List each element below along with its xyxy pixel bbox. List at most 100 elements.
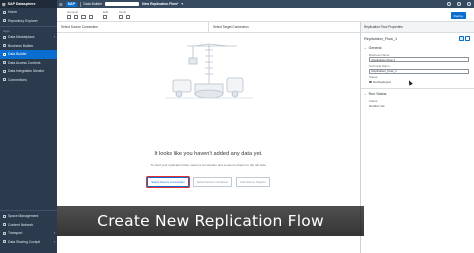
nav-item-label: Space Management	[8, 214, 39, 219]
nav-divider	[0, 26, 57, 27]
breadcrumb[interactable]: Data Builder	[83, 2, 102, 6]
status-dot-icon	[369, 80, 372, 84]
nav-bottom-group: Space Management Content Network Transpo…	[0, 209, 57, 246]
tools-icon[interactable]	[119, 15, 124, 20]
video-caption: Create New Replication Flow	[57, 206, 364, 236]
properties-subheader: Replication_Flow_1	[361, 33, 474, 44]
nav-divider	[0, 210, 57, 211]
briefcase-icon	[3, 44, 6, 48]
deploy-button[interactable]: Deploy	[450, 12, 466, 19]
properties-panel: Replication Flow Properties Replication_…	[360, 22, 474, 253]
nav-item-label: Data Builder	[8, 52, 27, 57]
builder-icon	[3, 52, 6, 56]
toolbar-group-edit: Edit	[103, 10, 108, 20]
nav-item-data-builder[interactable]: Data Builder	[0, 50, 57, 59]
menu-icon[interactable]: ☰	[2, 2, 6, 7]
shell-bar: ☰ SAP Data Builder New Replication Flow*…	[57, 0, 474, 8]
flow-name: Replication_Flow_1	[364, 36, 398, 41]
target-connection-header[interactable]: Select Target Connection	[208, 22, 360, 32]
chevron-down-icon[interactable]: ▾	[181, 2, 183, 6]
run-status-section-toggle[interactable]: ⌄ Run Status	[361, 90, 474, 97]
nav-item-label: Business Builder	[8, 43, 34, 48]
status-label: Status:	[369, 75, 378, 80]
sap-logo: SAP	[65, 1, 77, 7]
empty-state-subtitle: To start your replication flow, select a…	[150, 163, 267, 167]
nav-item-label: Transport	[8, 231, 23, 236]
nav-item-repository-explorer[interactable]: Repository Explorer	[0, 17, 57, 26]
nav-item-label: Data Sharing Cockpit	[8, 239, 41, 244]
status-value: Not Deployed	[373, 79, 391, 84]
folder-icon	[3, 19, 6, 23]
run-status-label: Status:	[369, 98, 378, 103]
product-header: ☰ SAP Datasphere	[0, 0, 57, 8]
sharing-icon	[3, 240, 6, 244]
notification-icon[interactable]	[447, 2, 451, 6]
nav-item-label: Home	[8, 10, 18, 15]
general-section-title: General	[368, 45, 382, 50]
properties-header: Replication Flow Properties	[361, 22, 474, 33]
nav-item-space-management[interactable]: Space Management	[0, 212, 57, 221]
chevron-right-icon: ›	[53, 35, 55, 40]
nav-item-label: Repository Explorer	[8, 18, 38, 23]
nav-item-label: Data Marketplace	[8, 35, 35, 40]
hamburger-icon[interactable]: ☰	[59, 2, 63, 7]
nav-item-content-network[interactable]: Content Network	[0, 221, 57, 230]
nav-item-label: Content Network	[8, 222, 34, 227]
nav-item-data-sharing-cockpit[interactable]: Data Sharing Cockpit ›	[0, 238, 57, 247]
nav-item-home[interactable]: Home	[0, 8, 57, 17]
toolbar-group-tools: Tools	[119, 9, 131, 20]
nav-item-data-integration-monitor[interactable]: Data Integration Monitor	[0, 67, 57, 76]
user-avatar-icon[interactable]	[467, 2, 471, 6]
crane-illustration	[165, 43, 253, 99]
edit-icon[interactable]	[103, 15, 108, 20]
select-source-container-button[interactable]: Select Source Container	[192, 177, 233, 187]
home-icon	[3, 10, 6, 14]
nav-item-label: Data Access Controls	[8, 60, 41, 65]
connection-icon	[3, 78, 6, 82]
nav-item-data-access-controls[interactable]: Data Access Controls	[0, 59, 57, 68]
empty-state-illustration	[165, 43, 253, 99]
chevron-right-icon: ›	[53, 239, 55, 244]
select-source-connection-button[interactable]: Select Source Connection	[145, 175, 191, 189]
shell-divider	[79, 1, 81, 7]
nav-item-connections[interactable]: Connections	[0, 76, 57, 85]
transport-icon	[3, 231, 6, 235]
save-icon[interactable]	[67, 15, 72, 20]
technical-name-field[interactable]: Replication_Flow_1	[369, 68, 469, 74]
monitor-icon	[3, 69, 6, 73]
toolbar-group-general: General	[67, 10, 93, 20]
product-name: SAP Datasphere	[7, 2, 36, 6]
network-icon	[3, 223, 6, 227]
business-name-field[interactable]: Replication Flow 1	[369, 57, 469, 63]
run-status-section-title: Run Status	[368, 91, 387, 96]
nav-item-label: Connections	[8, 77, 27, 82]
settings-icon[interactable]	[126, 15, 131, 20]
deploy-icon[interactable]	[74, 15, 79, 20]
market-icon	[3, 35, 6, 39]
business-name-label: Business Name:	[369, 52, 391, 57]
canvas-header: Select Source Connection Select Target C…	[57, 22, 360, 33]
toolbar-group-label: Edit	[103, 9, 109, 14]
nav-item-label: Data Integration Monitor	[8, 69, 45, 74]
search-input[interactable]	[105, 1, 140, 7]
section-divider	[361, 87, 474, 89]
left-navigation: ☰ SAP Datasphere Home Repository Explore…	[0, 0, 57, 253]
properties-view-icon[interactable]	[458, 35, 464, 41]
space-icon	[3, 214, 6, 218]
nav-item-data-marketplace[interactable]: Data Marketplace ›	[0, 33, 57, 42]
lock-icon	[3, 61, 6, 65]
nav-item-business-builder[interactable]: Business Builder	[0, 42, 57, 51]
collapse-icon[interactable]	[465, 35, 470, 41]
help-icon[interactable]	[457, 2, 461, 6]
toolbar-group-label: Tools	[119, 9, 127, 14]
undo-icon[interactable]	[81, 15, 86, 20]
nav-item-transport[interactable]: Transport ›	[0, 229, 57, 238]
chevron-right-icon: ›	[53, 231, 55, 236]
run-status-value: Not Run Yet	[369, 104, 385, 109]
toolbar-group-label: General	[67, 9, 78, 14]
flow-title[interactable]: New Replication Flow*	[142, 2, 178, 6]
source-connection-header[interactable]: Select Source Connection	[57, 22, 208, 32]
general-section-toggle[interactable]: ⌄ General	[361, 44, 474, 51]
add-source-objects-button[interactable]: Add Source Objects	[236, 177, 270, 187]
redo-icon[interactable]	[88, 15, 93, 20]
